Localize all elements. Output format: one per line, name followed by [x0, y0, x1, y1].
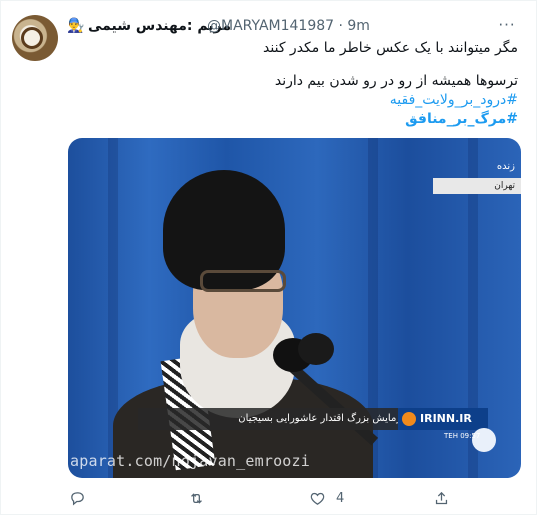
tweet-text: مگر میتوانند با یک عکس خاطر ما مکدر کنند…: [68, 39, 518, 129]
hashtag-link[interactable]: #درود_بر_ولایت_فقیه: [68, 91, 518, 110]
tweet-text-line-2: ترسوها همیشه از رو در رو شدن بیم دارند: [274, 73, 518, 89]
figure-glasses: [200, 270, 286, 292]
city-label: تهران: [433, 178, 521, 194]
avatar-ring: [21, 27, 43, 49]
avatar[interactable]: [12, 15, 58, 61]
tweet-card[interactable]: 👨‍🔧 مریم :مهندس شیمی @MARYAM141987 · 9m …: [0, 0, 537, 515]
handle-and-time[interactable]: @MARYAM141987 · 9m: [207, 16, 370, 36]
retweet-button[interactable]: [188, 485, 205, 511]
reply-button[interactable]: [69, 485, 86, 511]
share-button[interactable]: [433, 485, 450, 511]
like-count: 4: [336, 490, 345, 506]
retweet-icon: [191, 492, 202, 504]
share-icon: [435, 491, 448, 504]
video-watermark: aparat.com/nojavan_emroozi: [70, 452, 310, 470]
hashtag-link[interactable]: #مرگ_بر_منافق: [68, 110, 518, 129]
broadcast-clock: TEH 09:57: [444, 432, 481, 440]
author-emoji: 👨‍🔧: [67, 18, 85, 34]
tweet-text-line-1: مگر میتوانند با یک عکس خاطر ما مکدر کنند: [263, 40, 518, 56]
news-ticker: رزمایش بزرگ اقتدار عاشورایی بسیجیان: [138, 408, 416, 430]
more-options-icon[interactable]: ···: [496, 14, 518, 36]
tweet-media-image[interactable]: زنده تهران رزمایش بزرگ اقتدار عاشورایی ب…: [68, 138, 521, 478]
heart-icon: [310, 492, 325, 505]
reply-icon: [71, 491, 84, 506]
like-button[interactable]: 4: [309, 485, 344, 511]
live-badge: زنده تهران: [433, 160, 521, 198]
microphone: [298, 333, 334, 365]
live-label: زنده: [496, 161, 515, 172]
tweet-actions: 4: [61, 485, 481, 511]
channel-logo-icon: [402, 412, 416, 426]
